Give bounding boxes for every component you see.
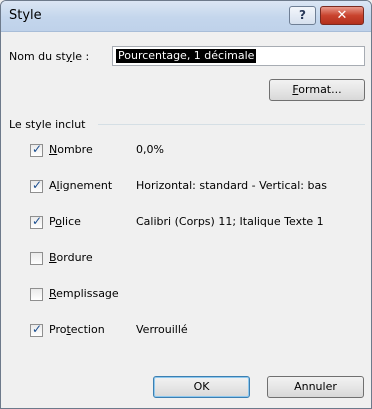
checkmark-icon: ✓ [32, 178, 43, 192]
checkbox-alignement[interactable]: ✓ [30, 178, 43, 193]
checkbox-protection[interactable]: ✓ [30, 322, 43, 337]
dialog-title: Style [9, 8, 42, 23]
item-value: 0,0% [136, 143, 164, 156]
checkbox-label[interactable]: Alignement [49, 179, 112, 192]
format-button[interactable]: Format... [269, 79, 365, 101]
checkbox-label[interactable]: Bordure [49, 251, 93, 264]
group-divider [98, 124, 365, 125]
style-name-label: Nom du style : [9, 50, 90, 63]
checkbox-nombre[interactable]: ✓ [30, 142, 43, 157]
help-icon: ? [299, 8, 306, 22]
style-name-input[interactable]: Pourcentage, 1 décimale [112, 46, 365, 66]
checkbox-label[interactable]: Police [49, 215, 81, 228]
checkbox-remplissage[interactable] [30, 288, 43, 301]
cancel-button[interactable]: Annuler [267, 376, 364, 398]
item-value: Calibri (Corps) 11; Italique Texte 1 [136, 215, 324, 228]
checkbox-label[interactable]: Protection [49, 323, 105, 336]
title-bar[interactable]: Style ? ✕ [1, 1, 371, 32]
style-dialog: Style ? ✕ Nom du style : Pourcentage, 1 … [0, 0, 372, 409]
style-name-value: Pourcentage, 1 décimale [116, 49, 257, 63]
close-icon: ✕ [336, 8, 348, 23]
checkbox-label[interactable]: Nombre [49, 143, 93, 156]
checkbox-police[interactable]: ✓ [30, 214, 43, 229]
close-button[interactable]: ✕ [320, 6, 364, 25]
checkbox-label[interactable]: Remplissage [49, 287, 119, 300]
help-button[interactable]: ? [289, 6, 316, 25]
ok-button[interactable]: OK [153, 376, 250, 398]
item-value: Verrouillé [136, 323, 188, 336]
group-label: Le style inclut [9, 118, 86, 131]
checkbox-bordure[interactable] [30, 252, 43, 265]
item-value: Horizontal: standard - Vertical: bas [136, 179, 327, 192]
checkmark-icon: ✓ [32, 142, 43, 156]
checkmark-icon: ✓ [32, 322, 43, 336]
checkmark-icon: ✓ [32, 214, 43, 228]
